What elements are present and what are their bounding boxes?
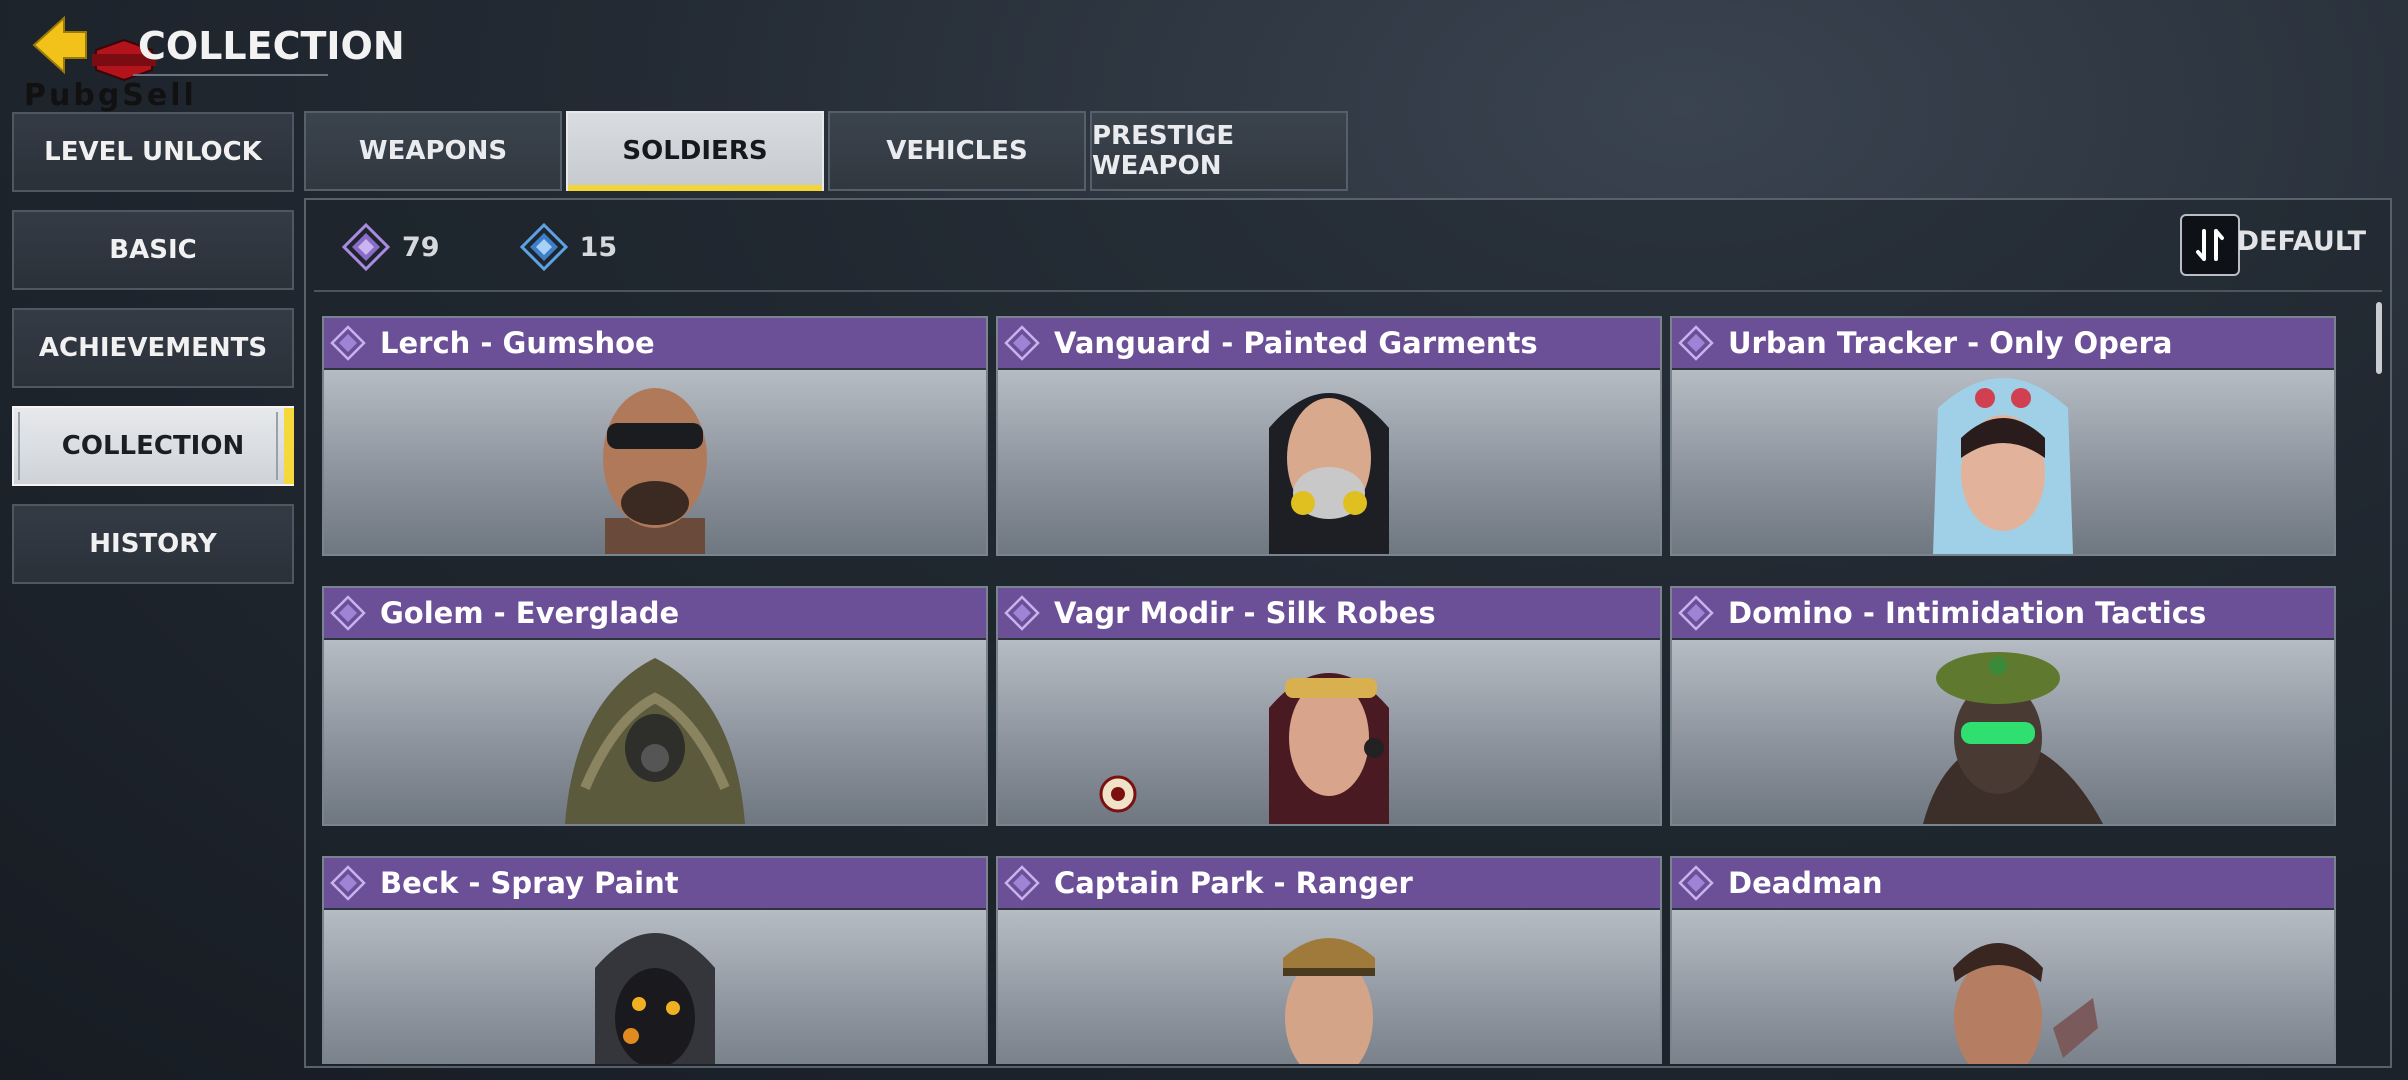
- soldier-portrait-icon: [1269, 673, 1389, 824]
- epic-rarity-icon: [1004, 865, 1040, 901]
- panel-divider: [314, 290, 2382, 292]
- title-underline: [133, 74, 328, 76]
- soldier-portrait-area: [998, 910, 1660, 1064]
- sidebar-item-level-unlock[interactable]: LEVEL UNLOCK: [12, 112, 294, 192]
- back-arrow-icon[interactable]: [28, 14, 88, 76]
- tab-vehicles[interactable]: VEHICLES: [828, 111, 1086, 191]
- soldier-portrait-icon: [1953, 943, 2098, 1064]
- soldier-card[interactable]: Beck - Spray Paint: [322, 856, 988, 1064]
- soldier-portrait-icon: [1269, 393, 1389, 554]
- soldier-portrait-area: [1672, 370, 2334, 554]
- sidebar-item-achievements[interactable]: ACHIEVEMENTS: [12, 308, 294, 388]
- card-name: Urban Tracker - Only Opera: [1728, 326, 2173, 360]
- card-name: Vanguard - Painted Garments: [1054, 326, 1538, 360]
- card-header: Lerch - Gumshoe: [324, 318, 986, 368]
- sidebar-item-label: HISTORY: [89, 529, 217, 559]
- sidebar-item-label: LEVEL UNLOCK: [44, 137, 262, 167]
- scrollbar-thumb[interactable]: [2376, 302, 2382, 374]
- rare-count-stat: 15: [519, 223, 618, 271]
- card-header: Domino - Intimidation Tactics: [1672, 588, 2334, 638]
- card-header: Deadman: [1672, 858, 2334, 908]
- sort-icon: [2196, 229, 2224, 261]
- page-title: COLLECTION: [138, 24, 405, 68]
- soldier-portrait-icon: [1283, 938, 1375, 1064]
- card-name: Lerch - Gumshoe: [380, 326, 655, 360]
- tab-soldiers[interactable]: SOLDIERS: [566, 111, 824, 191]
- epic-rarity-icon: [330, 865, 366, 901]
- sidebar-item-collection[interactable]: COLLECTION: [12, 406, 294, 486]
- sort-button[interactable]: [2180, 214, 2240, 276]
- sidebar-item-basic[interactable]: BASIC: [12, 210, 294, 290]
- card-header: Captain Park - Ranger: [998, 858, 1660, 908]
- watermark-badge-icon: [1099, 775, 1137, 813]
- epic-rarity-icon: [1004, 595, 1040, 631]
- soldier-portrait-area: [998, 370, 1660, 554]
- epic-rarity-icon: [342, 223, 390, 271]
- soldier-portrait-icon: [595, 933, 715, 1064]
- card-header: Vanguard - Painted Garments: [998, 318, 1660, 368]
- soldier-card[interactable]: Urban Tracker - Only Opera: [1670, 316, 2336, 556]
- card-name: Deadman: [1728, 866, 1883, 900]
- rare-count: 15: [579, 231, 618, 263]
- epic-count-stat: 79: [342, 223, 440, 271]
- soldier-card[interactable]: Vagr Modir - Silk Robes: [996, 586, 1662, 826]
- card-name: Domino - Intimidation Tactics: [1728, 596, 2207, 630]
- soldier-card[interactable]: Vanguard - Painted Garments: [996, 316, 1662, 556]
- collection-panel: 79 15 DEFAULT Lerch - Gumshoe Vanguard -…: [304, 198, 2392, 1068]
- soldier-card[interactable]: Domino - Intimidation Tactics: [1670, 586, 2336, 826]
- sort-label: DEFAULT: [2236, 226, 2366, 257]
- soldier-card[interactable]: Golem - Everglade: [322, 586, 988, 826]
- soldier-portrait-icon: [1933, 378, 2073, 554]
- watermark: PubgSell: [24, 78, 197, 113]
- tab-label: PRESTIGE WEAPON: [1092, 121, 1235, 181]
- tab-label: WEAPONS: [358, 136, 508, 166]
- tab-label: VEHICLES: [886, 136, 1028, 166]
- epic-rarity-icon: [1004, 325, 1040, 361]
- rare-rarity-icon: [519, 223, 568, 271]
- soldier-card[interactable]: Captain Park - Ranger: [996, 856, 1662, 1064]
- soldier-portrait-icon: [1923, 652, 2103, 824]
- card-name: Beck - Spray Paint: [380, 866, 679, 900]
- soldier-card[interactable]: Lerch - Gumshoe: [322, 316, 988, 556]
- epic-rarity-icon: [1678, 595, 1714, 631]
- rarity-stats: 79 15: [342, 223, 697, 271]
- card-name: Golem - Everglade: [380, 596, 680, 630]
- card-name: Captain Park - Ranger: [1054, 866, 1413, 900]
- card-header: Beck - Spray Paint: [324, 858, 986, 908]
- soldier-portrait-area: [998, 640, 1660, 824]
- soldier-portrait-icon: [565, 658, 745, 824]
- tab-prestige-weapon[interactable]: PRESTIGE WEAPON: [1090, 111, 1348, 191]
- watermark-text: PubgSell: [24, 78, 197, 113]
- epic-rarity-icon: [1678, 325, 1714, 361]
- soldier-portrait-icon: [603, 388, 707, 554]
- soldier-portrait-area: [324, 910, 986, 1064]
- sidebar-item-history[interactable]: HISTORY: [12, 504, 294, 584]
- sidebar-item-label: ACHIEVEMENTS: [38, 333, 268, 363]
- soldier-portrait-area: [324, 640, 986, 824]
- epic-rarity-icon: [330, 325, 366, 361]
- soldier-portrait-area: [1672, 910, 2334, 1064]
- card-name: Vagr Modir - Silk Robes: [1054, 596, 1436, 630]
- soldier-card[interactable]: Deadman: [1670, 856, 2336, 1064]
- epic-rarity-icon: [330, 595, 366, 631]
- scrollbar-track[interactable]: [2376, 300, 2382, 1060]
- tab-weapons[interactable]: WEAPONS: [304, 111, 562, 191]
- epic-rarity-icon: [1678, 865, 1714, 901]
- sidebar-item-label: COLLECTION: [61, 431, 245, 461]
- soldier-portrait-area: [324, 370, 986, 554]
- card-header: Vagr Modir - Silk Robes: [998, 588, 1660, 638]
- card-header: Golem - Everglade: [324, 588, 986, 638]
- soldier-grid: Lerch - Gumshoe Vanguard - Painted Garme…: [322, 316, 2338, 1064]
- epic-count: 79: [402, 231, 440, 263]
- sidebar-item-label: BASIC: [109, 235, 197, 265]
- card-header: Urban Tracker - Only Opera: [1672, 318, 2334, 368]
- soldier-portrait-area: [1672, 640, 2334, 824]
- tab-label: SOLDIERS: [622, 136, 768, 166]
